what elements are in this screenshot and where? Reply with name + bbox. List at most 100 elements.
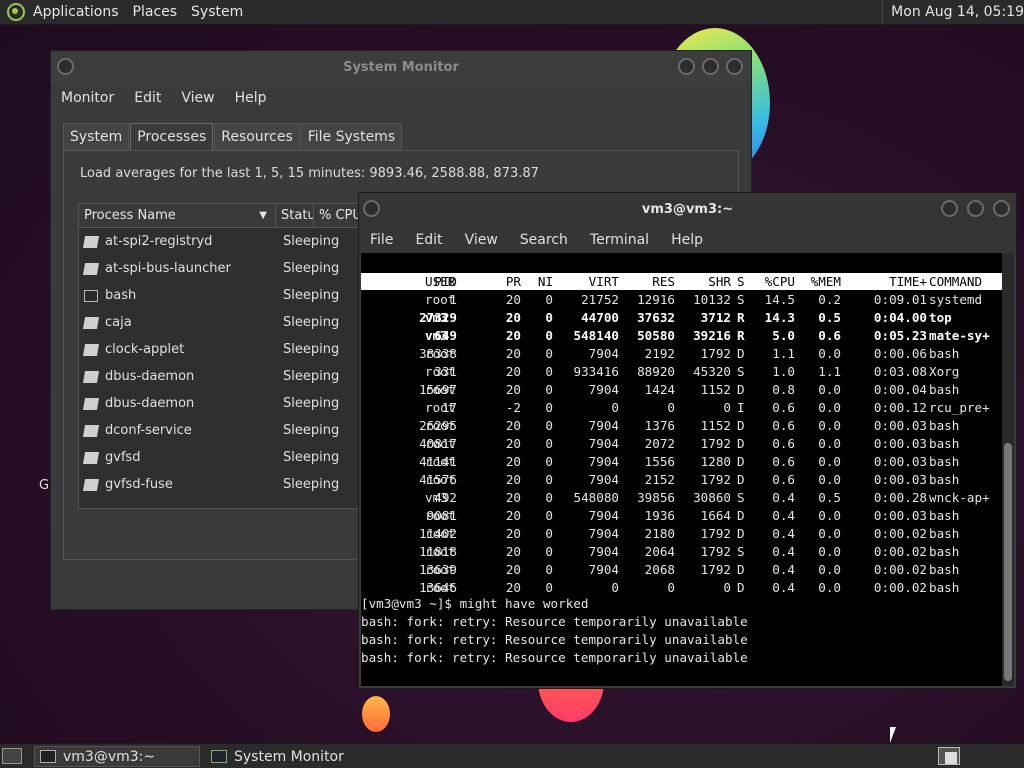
process-row[interactable]: at-spi2-registryd Sleeping [79, 228, 377, 255]
top-cell-time: 0:00.28 [873, 490, 927, 505]
top-cell-res: 12916 [637, 292, 675, 307]
process-row[interactable]: at-spi-bus-launcher Sleeping [79, 255, 377, 282]
top-cell-mem: 0.0 [818, 418, 841, 433]
top-cell-res: 2068 [644, 562, 675, 577]
top-cell-shr: 45320 [693, 364, 731, 379]
top-cell-cpu: 0.4 [772, 544, 795, 559]
menu-system[interactable]: System [191, 4, 243, 20]
minimize-button[interactable] [941, 200, 958, 217]
top-cell-virt: 7904 [588, 454, 619, 469]
menu-edit[interactable]: Edit [415, 232, 442, 248]
top-cell-mem: 0.0 [818, 472, 841, 487]
shell-line: bash: fork: retry: Resource temporarily … [361, 632, 748, 647]
menu-applications[interactable]: Applications [33, 4, 119, 20]
scrollbar-thumb[interactable] [1004, 443, 1012, 681]
taskbar-item-system-monitor[interactable]: System Monitor [206, 746, 406, 767]
process-row[interactable]: gvfsd-fuse Sleeping [79, 471, 377, 498]
menu-help[interactable]: Help [235, 90, 267, 106]
top-cell-virt: 7904 [588, 526, 619, 541]
process-row[interactable]: bash Sleeping [79, 282, 377, 309]
menu-help[interactable]: Help [671, 232, 703, 248]
close-button[interactable] [993, 200, 1010, 217]
process-row[interactable]: clock-applet Sleeping [79, 336, 377, 363]
top-cell-virt: 7904 [588, 562, 619, 577]
top-cell-cpu: 0.4 [772, 490, 795, 505]
process-row[interactable]: gvfsd Sleeping [79, 444, 377, 471]
process-row[interactable]: caja Sleeping [79, 309, 377, 336]
process-status: Sleeping [283, 261, 340, 276]
tab-file-systems[interactable]: File Systems [300, 123, 403, 150]
top-cell-mem: 0.6 [818, 328, 841, 343]
minimize-button[interactable] [678, 58, 695, 75]
process-rows: at-spi2-registryd Sleeping at-spi-bus-laun… [79, 228, 377, 498]
top-cell-shr: 1792 [700, 436, 731, 451]
menu-terminal[interactable]: Terminal [590, 232, 649, 248]
top-cell-virt: 7904 [588, 544, 619, 559]
menu-view[interactable]: View [465, 232, 498, 248]
top-cell-shr: 30860 [693, 490, 731, 505]
tab-resources[interactable]: Resources [214, 123, 300, 150]
top-cell-cpu: 0.4 [772, 562, 795, 577]
top-cell-mem: 0.0 [818, 436, 841, 451]
tab-system[interactable]: System [63, 123, 130, 150]
top-process-row: 38338 root 20 0 7904 2192 1792 D 1.1 0.0 0:00.06 ba… [361, 345, 1002, 363]
show-desktop-icon[interactable] [2, 748, 22, 764]
top-cell-command: Xorg [929, 364, 960, 379]
desktop-icon-label[interactable]: G [39, 478, 49, 493]
menu-view[interactable]: View [181, 90, 214, 106]
shell-output: [vm3@vm3 ~]$ might have worked bash: fork… [361, 595, 1002, 667]
column-process-name[interactable]: Process Name ▼ [79, 204, 276, 227]
system-monitor-titlebar[interactable]: System Monitor [51, 51, 751, 83]
top-cell-ni: 0 [545, 562, 553, 577]
maximize-button[interactable] [702, 58, 719, 75]
top-cell-command: top [929, 310, 952, 325]
process-row[interactable]: dconf-service Sleeping [79, 417, 377, 444]
process-name: gvfsd [105, 450, 141, 465]
top-cell-pr: 20 [505, 562, 521, 577]
panel-clock[interactable]: Mon Aug 14, 05:19 [882, 0, 1024, 25]
top-cell-user: root [425, 454, 456, 469]
top-cell-command: bash [929, 418, 960, 433]
taskbar-item-terminal[interactable]: vm3@vm3:~ [34, 746, 200, 767]
menu-edit[interactable]: Edit [134, 90, 161, 106]
top-process-row: 17 root -2 0 0 0 0 I 0.6 0.0 0:00.12 rcu_pre+ [361, 399, 1002, 417]
top-process-row: 11818 root 20 0 7904 2064 1792 S 0.4 0.0 0:00.02 ba… [361, 543, 1002, 561]
process-row[interactable]: dbus-daemon Sleeping [79, 390, 377, 417]
menu-monitor[interactable]: Monitor [61, 90, 114, 106]
menu-file[interactable]: File [370, 232, 393, 248]
process-name: dbus-daemon [105, 396, 195, 411]
top-cell-ni: 0 [545, 526, 553, 541]
close-button[interactable] [726, 58, 743, 75]
workspace-switcher[interactable] [938, 747, 960, 765]
menu-places[interactable]: Places [133, 4, 178, 20]
terminal-titlebar[interactable]: vm3@vm3:~ [359, 193, 1016, 225]
top-cell-shr: 1792 [700, 562, 731, 577]
top-cell-ni: 0 [545, 400, 553, 415]
column-status[interactable]: Status [276, 204, 314, 227]
window-menu-button[interactable] [57, 58, 74, 75]
top-cell-shr: 1664 [700, 508, 731, 523]
top-cell-shr: 1792 [700, 544, 731, 559]
top-cell-time: 0:00.12 [873, 400, 927, 415]
top-cell-mem: 1.1 [818, 364, 841, 379]
tab-processes[interactable]: Processes [130, 123, 214, 150]
top-cell-cpu: 0.8 [772, 382, 795, 397]
terminal-scrollbar[interactable] [1002, 253, 1014, 686]
process-row[interactable]: dbus-daemon Sleeping [79, 363, 377, 390]
top-cell-time: 0:09.01 [873, 292, 927, 307]
menu-search[interactable]: Search [520, 232, 568, 248]
top-cell-time: 0:00.02 [873, 526, 927, 541]
top-cell-virt: 7904 [588, 472, 619, 487]
top-cell-virt: 7904 [588, 346, 619, 361]
maximize-button[interactable] [967, 200, 984, 217]
top-cell-pr: 20 [505, 472, 521, 487]
window-menu-button[interactable] [363, 200, 380, 217]
shell-line: [vm3@vm3 ~]$ might have worked [361, 596, 589, 611]
mate-logo-icon[interactable] [7, 3, 25, 21]
top-cell-s: D [737, 436, 745, 451]
top-cell-pr: -2 [505, 400, 521, 415]
terminal-screen[interactable]: PID USER PR NI VIRT RES SHR S %CPU %MEM … [361, 253, 1002, 686]
top-cell-user: vm3 [425, 490, 448, 505]
process-name: at-spi-bus-launcher [105, 261, 231, 276]
top-cell-pr: 20 [505, 544, 521, 559]
